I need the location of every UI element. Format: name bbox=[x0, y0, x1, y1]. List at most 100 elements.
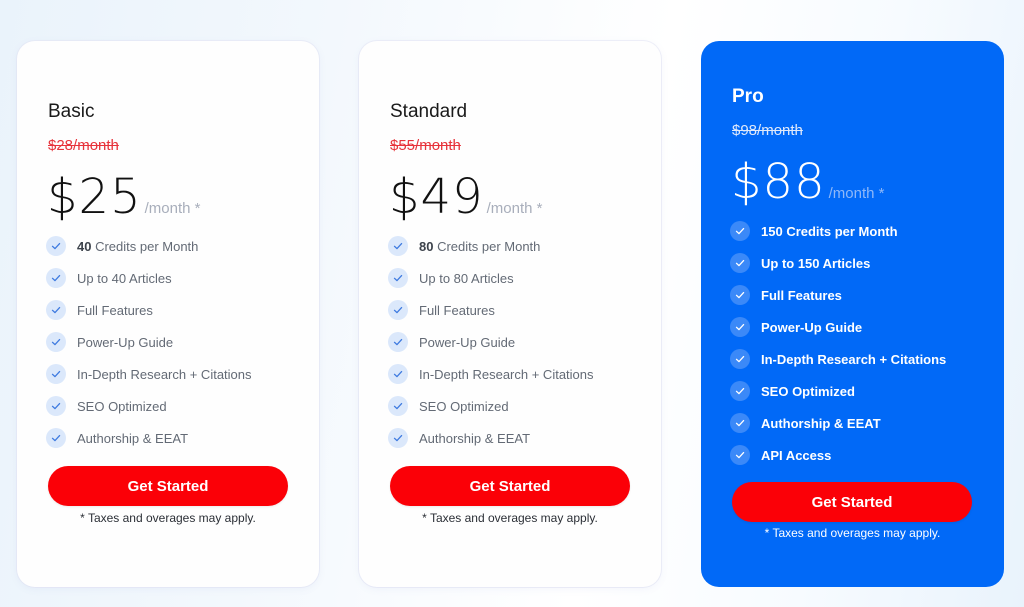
feature-text: In-Depth Research + Citations bbox=[419, 367, 594, 382]
feature-label: SEO Optimized bbox=[419, 398, 509, 414]
feature-item: Up to 80 Articles bbox=[388, 262, 594, 294]
taxes-note: * Taxes and overages may apply. bbox=[764, 526, 941, 540]
plan-card-basic: Basic $28/month $25 /month * 40 Credits … bbox=[17, 41, 319, 587]
feature-text: SEO Optimized bbox=[419, 399, 509, 414]
check-icon bbox=[730, 445, 750, 465]
plan-name: Standard bbox=[390, 101, 468, 122]
feature-item: Full Features bbox=[46, 294, 252, 326]
feature-text: Full Features bbox=[761, 288, 842, 303]
feature-item: In-Depth Research + Citations bbox=[46, 358, 252, 390]
feature-label: In-Depth Research + Citations bbox=[77, 366, 252, 382]
feature-item: Power-Up Guide bbox=[46, 326, 252, 358]
feature-label: API Access bbox=[761, 447, 832, 463]
feature-text: Up to 40 Articles bbox=[77, 271, 172, 286]
feature-item: Authorship & EEAT bbox=[730, 407, 946, 439]
feature-item: Authorship & EEAT bbox=[388, 422, 594, 454]
feature-list: 150 Credits per Month Up to 150 Articles… bbox=[730, 215, 946, 471]
feature-list: 80 Credits per Month Up to 80 Articles F… bbox=[388, 230, 594, 454]
taxes-note: * Taxes and overages may apply. bbox=[80, 511, 256, 525]
feature-text: Authorship & EEAT bbox=[761, 416, 881, 431]
feature-text: Power-Up Guide bbox=[761, 320, 862, 335]
feature-item: SEO Optimized bbox=[46, 390, 252, 422]
check-icon bbox=[730, 221, 750, 241]
feature-list: 40 Credits per Month Up to 40 Articles F… bbox=[46, 230, 252, 454]
get-started-button[interactable]: Get Started bbox=[390, 466, 630, 506]
feature-text: In-Depth Research + Citations bbox=[77, 367, 252, 382]
feature-highlight: 80 bbox=[419, 238, 434, 254]
price-row: $49 /month * bbox=[389, 169, 543, 225]
check-icon bbox=[46, 332, 66, 352]
feature-item: 150 Credits per Month bbox=[730, 215, 946, 247]
feature-highlight: 150 bbox=[761, 223, 783, 239]
feature-label: Authorship & EEAT bbox=[761, 415, 881, 431]
check-icon bbox=[46, 364, 66, 384]
feature-text: Full Features bbox=[77, 303, 153, 318]
check-icon bbox=[388, 332, 408, 352]
plan-name: Pro bbox=[732, 86, 764, 107]
plan-card-standard: Standard $55/month $49 /month * 80 Credi… bbox=[359, 41, 661, 587]
plan-name: Basic bbox=[48, 101, 95, 122]
current-price: $25 bbox=[47, 169, 142, 225]
feature-item: 80 Credits per Month bbox=[388, 230, 594, 262]
feature-item: Up to 150 Articles bbox=[730, 247, 946, 279]
original-price: $55/month bbox=[390, 137, 461, 154]
billing-period: /month * bbox=[486, 200, 543, 217]
feature-text: 40 Credits per Month bbox=[77, 239, 198, 254]
feature-label: SEO Optimized bbox=[77, 398, 167, 414]
feature-text: SEO Optimized bbox=[761, 384, 855, 399]
check-icon bbox=[388, 236, 408, 256]
plan-card-pro: Pro $98/month $88 /month * 150 Credits p… bbox=[701, 41, 1004, 587]
feature-text: Authorship & EEAT bbox=[419, 431, 530, 446]
feature-text: Full Features bbox=[419, 303, 495, 318]
feature-item: Full Features bbox=[730, 279, 946, 311]
original-price: $28/month bbox=[48, 137, 119, 154]
feature-item: Power-Up Guide bbox=[388, 326, 594, 358]
feature-text: 80 Credits per Month bbox=[419, 239, 540, 254]
check-icon bbox=[46, 268, 66, 288]
price-row: $25 /month * bbox=[47, 169, 201, 225]
check-icon bbox=[730, 285, 750, 305]
feature-label: Power-Up Guide bbox=[761, 319, 863, 335]
feature-label: SEO Optimized bbox=[761, 383, 855, 399]
feature-label: Full Features bbox=[77, 302, 153, 318]
check-icon bbox=[46, 396, 66, 416]
feature-label: Credits per Month bbox=[433, 238, 541, 254]
feature-item: In-Depth Research + Citations bbox=[388, 358, 594, 390]
feature-item: SEO Optimized bbox=[730, 375, 946, 407]
feature-label: Full Features bbox=[761, 287, 842, 303]
feature-text: In-Depth Research + Citations bbox=[761, 352, 946, 367]
feature-label: In-Depth Research + Citations bbox=[761, 351, 947, 367]
feature-item: Full Features bbox=[388, 294, 594, 326]
check-icon bbox=[388, 396, 408, 416]
current-price: $88 bbox=[731, 154, 826, 210]
check-icon bbox=[46, 428, 66, 448]
feature-text: Up to 80 Articles bbox=[419, 271, 514, 286]
feature-item: Authorship & EEAT bbox=[46, 422, 252, 454]
check-icon bbox=[730, 381, 750, 401]
feature-text: 150 Credits per Month bbox=[761, 224, 898, 239]
feature-text: Authorship & EEAT bbox=[77, 431, 188, 446]
check-icon bbox=[388, 428, 408, 448]
current-price: $49 bbox=[389, 169, 484, 225]
feature-text: Up to 150 Articles bbox=[761, 256, 870, 271]
check-icon bbox=[46, 236, 66, 256]
check-icon bbox=[730, 253, 750, 273]
feature-highlight: 40 bbox=[77, 238, 92, 254]
feature-label: Power-Up Guide bbox=[419, 334, 516, 350]
check-icon bbox=[730, 349, 750, 369]
feature-label: Up to 150 Articles bbox=[761, 255, 871, 271]
feature-item: Power-Up Guide bbox=[730, 311, 946, 343]
feature-label: Full Features bbox=[419, 302, 495, 318]
feature-label: Power-Up Guide bbox=[77, 334, 174, 350]
feature-item: SEO Optimized bbox=[388, 390, 594, 422]
get-started-button[interactable]: Get Started bbox=[48, 466, 288, 506]
check-icon bbox=[730, 317, 750, 337]
feature-label: Authorship & EEAT bbox=[419, 430, 531, 446]
feature-text: Power-Up Guide bbox=[419, 335, 515, 350]
feature-item: 40 Credits per Month bbox=[46, 230, 252, 262]
check-icon bbox=[730, 413, 750, 433]
billing-period: /month * bbox=[144, 200, 201, 217]
get-started-button[interactable]: Get Started bbox=[732, 482, 972, 522]
feature-text: SEO Optimized bbox=[77, 399, 167, 414]
taxes-note: * Taxes and overages may apply. bbox=[422, 511, 598, 525]
